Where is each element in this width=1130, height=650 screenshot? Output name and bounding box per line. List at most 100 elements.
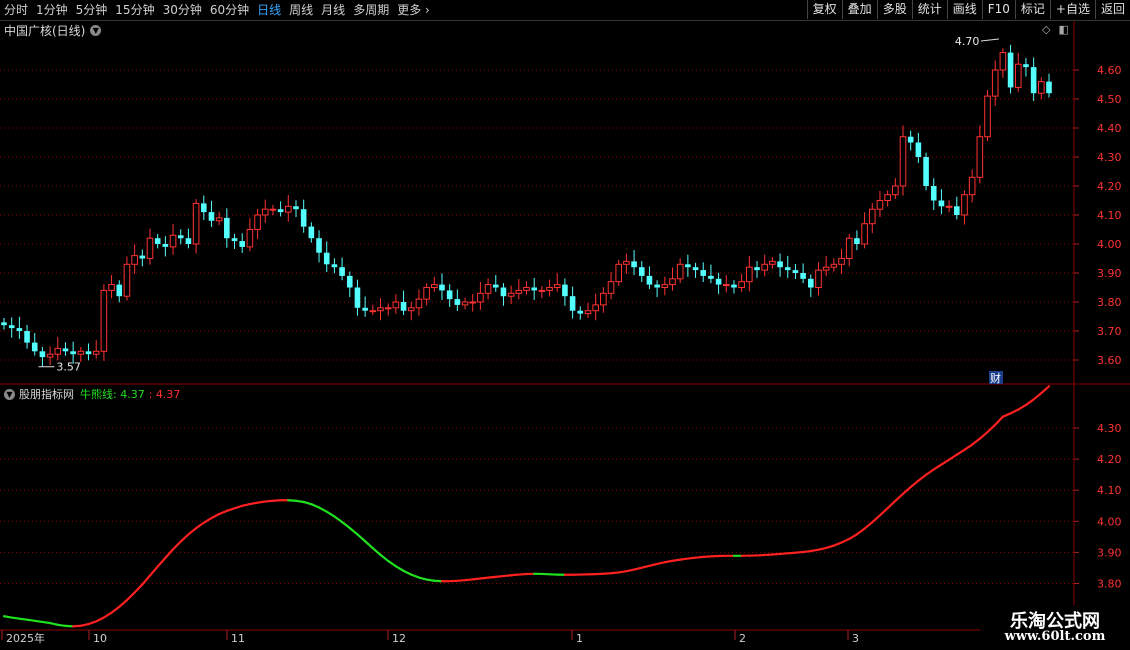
period-tab-9[interactable]: 多周期 — [349, 0, 393, 20]
bull-bear-line-segment — [940, 458, 951, 466]
candle-body-up — [77, 350, 85, 355]
candle-body-down — [70, 351, 76, 355]
bull-bear-line-segment — [410, 573, 421, 579]
price-axis-label: 4.00 — [1097, 238, 1122, 251]
bull-bear-line-segment — [986, 423, 997, 434]
bull-bear-line-segment — [164, 548, 175, 559]
bull-bear-line-segment — [1024, 398, 1035, 407]
candle-body-up — [769, 260, 776, 265]
candle-body-up — [845, 237, 853, 259]
price-axis-label: 4.50 — [1097, 93, 1122, 106]
indicator-axis-label: 4.00 — [1097, 515, 1122, 528]
bull-bear-line-segment — [932, 463, 943, 471]
candle-body-down — [700, 270, 707, 276]
candle-body-down — [224, 217, 230, 239]
period-tab-7[interactable]: 周线 — [285, 0, 317, 20]
chevron-down-icon[interactable]: ▼ — [90, 24, 102, 36]
candle-body-down — [638, 267, 645, 276]
period-tab-6[interactable]: 日线 — [253, 0, 285, 20]
indicator-axis-label: 3.90 — [1097, 546, 1122, 559]
candle-body-up — [46, 353, 54, 358]
bull-bear-line-segment — [955, 448, 966, 456]
watermark-url: www.60lt.com — [1004, 629, 1106, 644]
bull-bear-line-segment — [417, 576, 428, 581]
bull-bear-line-segment — [148, 565, 159, 577]
tool-button-0[interactable]: 复权 — [806, 0, 842, 19]
tool-button-8[interactable]: 返回 — [1094, 0, 1130, 19]
candle-body-up — [876, 200, 884, 210]
bull-bear-line-segment — [310, 503, 321, 509]
tool-button-5[interactable]: F10 — [981, 0, 1015, 19]
candle-body-up — [192, 202, 200, 245]
bull-bear-line-segment — [794, 550, 805, 554]
period-tab-3[interactable]: 15分钟 — [111, 0, 158, 20]
chevron-down-icon[interactable]: ▼ — [4, 388, 15, 400]
bull-bear-line-segment — [294, 499, 305, 504]
bull-bear-line-segment — [1009, 408, 1020, 415]
bull-bear-line-segment — [18, 617, 29, 621]
bull-bear-line-segment — [10, 616, 21, 620]
candle-body-down — [346, 275, 353, 288]
indicator-axis-label: 4.20 — [1097, 453, 1122, 466]
bull-bear-line-segment — [141, 574, 152, 586]
candle-body-down — [16, 328, 23, 331]
candle-body-up — [830, 263, 838, 268]
tool-button-2[interactable]: 多股 — [876, 0, 912, 19]
candle-body-up — [838, 258, 845, 265]
bull-bear-line-segment — [963, 443, 974, 451]
indicator-value-green: 4.37 — [120, 387, 145, 401]
bull-bear-line-segment — [817, 546, 828, 551]
date-axis-label: 10 — [93, 632, 107, 645]
corner-icons: ◇ ◧ — [1042, 23, 1069, 36]
period-tab-8[interactable]: 月线 — [317, 0, 349, 20]
candle-body-up — [868, 208, 876, 225]
indicator-axis-label: 4.30 — [1097, 422, 1122, 435]
diamond-icon[interactable]: ◇ — [1042, 23, 1050, 36]
tool-button-7[interactable]: +自选 — [1049, 0, 1095, 19]
period-tab-2[interactable]: 5分钟 — [72, 0, 112, 20]
bull-bear-line-segment — [855, 527, 866, 536]
tool-button-3[interactable]: 统计 — [911, 0, 947, 19]
candle-body-up — [100, 289, 108, 352]
price-axis-label: 4.60 — [1097, 64, 1122, 77]
bull-bear-line-segment — [187, 527, 198, 536]
candle-body-down — [293, 206, 299, 210]
bull-bear-line-segment — [602, 572, 613, 575]
bull-bear-line-segment — [241, 502, 251, 507]
period-tab-5[interactable]: 60分钟 — [206, 0, 253, 20]
high-arrow — [980, 38, 999, 42]
candle-body-up — [392, 301, 400, 309]
bull-bear-line-segment — [971, 437, 981, 446]
candle-body-up — [423, 287, 430, 300]
bull-bear-line-segment — [425, 578, 436, 582]
candle-body-down — [531, 287, 537, 291]
date-axis-label: 2 — [739, 632, 746, 645]
candle-body-up — [600, 292, 607, 306]
indicator-value-red: 4.37 — [155, 387, 181, 401]
period-tab-0[interactable]: 分时 — [0, 0, 32, 20]
period-tab-1[interactable]: 1分钟 — [32, 0, 72, 20]
candle-body-down — [915, 142, 922, 157]
bull-bear-line-segment — [156, 556, 167, 568]
candle-body-down — [854, 238, 860, 244]
candle-body-up — [899, 136, 907, 187]
candle-body-down — [808, 278, 814, 288]
layout-icon[interactable]: ◧ — [1058, 23, 1068, 36]
candle-body-down — [239, 241, 245, 247]
bull-bear-line-segment — [809, 548, 820, 553]
candle-body-down — [800, 273, 806, 279]
bull-bear-line-segment — [287, 499, 298, 502]
tool-button-1[interactable]: 叠加 — [841, 0, 877, 19]
candle-body-down — [646, 275, 653, 285]
bull-bear-line-segment — [87, 620, 98, 626]
bull-bear-line-segment — [994, 415, 1004, 426]
tool-button-4[interactable]: 画线 — [946, 0, 982, 19]
period-tab-4[interactable]: 30分钟 — [159, 0, 206, 20]
candle-body-down — [938, 200, 945, 207]
tool-button-6[interactable]: 标记 — [1014, 0, 1050, 19]
period-tab-10[interactable]: 更多 › — [393, 0, 434, 20]
candle-body-down — [500, 287, 507, 297]
candle-body-down — [308, 226, 315, 239]
candle-body-up — [169, 234, 177, 248]
bull-bear-line-segment — [901, 485, 912, 495]
